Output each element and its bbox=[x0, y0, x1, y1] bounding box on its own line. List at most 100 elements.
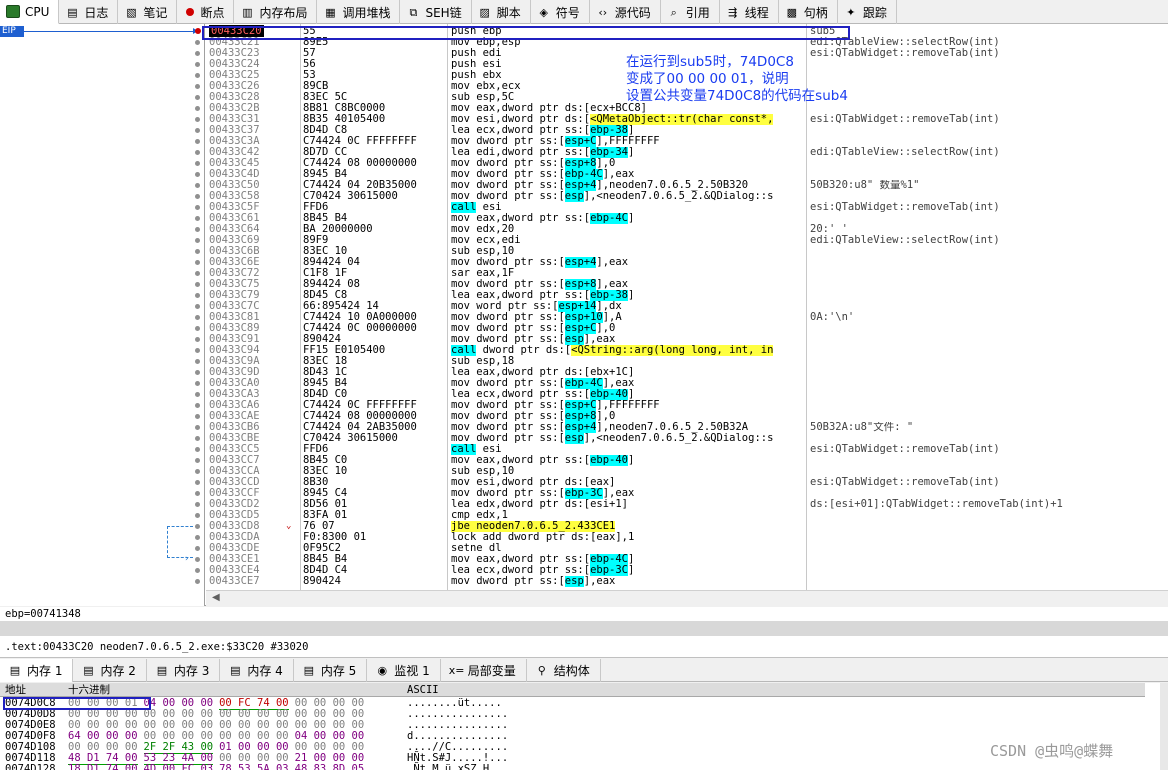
breakpoint-slot-icon[interactable] bbox=[195, 172, 200, 177]
bottom-tab-6[interactable]: ◉ 监视 1 bbox=[367, 659, 441, 682]
disassembly-row[interactable]: 00433C79 8D45 C8 lea eax,dword ptr ss:[ebp… bbox=[0, 290, 1168, 301]
tab-memory-map[interactable]: ▥ 内存布局 bbox=[234, 0, 318, 24]
breakpoint-slot-icon[interactable] bbox=[195, 62, 200, 67]
tab-references[interactable]: ⌕ 引用 bbox=[661, 0, 720, 24]
tab-symbols[interactable]: ◈ 符号 bbox=[531, 0, 590, 24]
disassembly-row[interactable]: 00433CB6 C74424 04 2AB35000 mov dword ptr … bbox=[0, 422, 1168, 433]
breakpoint-slot-icon[interactable] bbox=[195, 95, 200, 100]
bottom-tab-3[interactable]: ▤ 内存 3 bbox=[147, 659, 221, 682]
breakpoint-slot-icon[interactable] bbox=[195, 546, 200, 551]
tab-seh[interactable]: ⧉ SEH链 bbox=[400, 0, 472, 24]
breakpoint-slot-icon[interactable] bbox=[195, 293, 200, 298]
disassembly-row[interactable]: 00433C4D 8945 B4 mov dword ptr ss:[ebp-4C]… bbox=[0, 169, 1168, 180]
tab-threads[interactable]: ⇶ 线程 bbox=[720, 0, 779, 24]
disassembly-row[interactable]: 00433C81 C74424 10 0A000000 mov dword ptr … bbox=[0, 312, 1168, 323]
disassembly-row[interactable]: 00433C61 8B45 B4 mov eax,dword ptr ss:[ebp… bbox=[0, 213, 1168, 224]
breakpoint-slot-icon[interactable] bbox=[195, 337, 200, 342]
disassembly-row[interactable]: 00433C58 C70424 30615000 mov dword ptr ss:… bbox=[0, 191, 1168, 202]
disassembly-row[interactable]: 00433CD8 ⌄ 76 07 jbe neoden7.0.6.5_2.433CE1 bbox=[0, 521, 1168, 532]
disassembly-row[interactable]: 00433C25 53 push ebx bbox=[0, 70, 1168, 81]
disassembly-row[interactable]: 00433C72 C1F8 1F sar eax,1F bbox=[0, 268, 1168, 279]
disassembly-row[interactable]: 00433C26 89CB mov ebx,ecx bbox=[0, 81, 1168, 92]
disassembly-row[interactable]: 00433C9A 83EC 18 sub esp,18 bbox=[0, 356, 1168, 367]
scroll-left-icon[interactable]: ◀ bbox=[212, 592, 220, 603]
disassembly-row[interactable]: 00433C69 89F9 mov ecx,edi edi:QTableView::s… bbox=[0, 235, 1168, 246]
disassembly-pane[interactable]: EIP 00433C20 55 push ebp sub5 00433C21 89E5 mo… bbox=[0, 24, 1168, 606]
disassembly-row[interactable]: 00433C91 890424 mov dword ptr ss:[esp],eax bbox=[0, 334, 1168, 345]
disassembly-row[interactable]: 00433CA0 8945 B4 mov dword ptr ss:[ebp-4C]… bbox=[0, 378, 1168, 389]
disassembly-row[interactable]: 00433CC5 FFD6 call esi esi:QTabWidget::remo… bbox=[0, 444, 1168, 455]
breakpoint-slot-icon[interactable] bbox=[195, 216, 200, 221]
breakpoint-slot-icon[interactable] bbox=[195, 315, 200, 320]
breakpoint-icon[interactable] bbox=[195, 28, 201, 34]
breakpoint-slot-icon[interactable] bbox=[195, 469, 200, 474]
breakpoint-slot-icon[interactable] bbox=[195, 403, 200, 408]
bottom-tab-2[interactable]: ▤ 内存 2 bbox=[73, 659, 147, 682]
breakpoint-slot-icon[interactable] bbox=[195, 326, 200, 331]
breakpoint-slot-icon[interactable] bbox=[195, 106, 200, 111]
breakpoint-slot-icon[interactable] bbox=[195, 84, 200, 89]
bottom-tab-7[interactable]: x= 局部变量 bbox=[441, 659, 527, 682]
disassembly-row[interactable]: 00433C28 83EC 5C sub esp,5C bbox=[0, 92, 1168, 103]
disassembly-row[interactable]: 00433C3A C74424 0C FFFFFFFF mov dword ptr … bbox=[0, 136, 1168, 147]
tab-cpu[interactable]: CPU bbox=[0, 0, 60, 24]
tab-handles[interactable]: ▩ 句柄 bbox=[779, 0, 838, 24]
bottom-tab-4[interactable]: ▤ 内存 4 bbox=[220, 659, 294, 682]
disassembly-row[interactable]: 00433CD2 8D56 01 lea edx,dword ptr ds:[esi… bbox=[0, 499, 1168, 510]
disassembly-row[interactable]: 00433C9D 8D43 1C lea eax,dword ptr ds:[ebx… bbox=[0, 367, 1168, 378]
disassembly-row[interactable]: 00433CA6 C74424 0C FFFFFFFF mov dword ptr … bbox=[0, 400, 1168, 411]
breakpoint-slot-icon[interactable] bbox=[195, 139, 200, 144]
dump-header-address[interactable]: 地址 bbox=[5, 683, 26, 697]
disassembly-row[interactable]: 00433C6B 83EC 10 sub esp,10 bbox=[0, 246, 1168, 257]
breakpoint-slot-icon[interactable] bbox=[195, 73, 200, 78]
disassembly-row[interactable]: 00433C94 FF15 E0105400 call dword ptr ds:[… bbox=[0, 345, 1168, 356]
disassembly-row[interactable]: 00433CE1 › 8B45 B4 mov eax,dword ptr ss:[eb… bbox=[0, 554, 1168, 565]
breakpoint-slot-icon[interactable] bbox=[195, 425, 200, 430]
disassembly-row[interactable]: 00433CE4 8D4D C4 lea ecx,dword ptr ss:[ebp… bbox=[0, 565, 1168, 576]
bottom-tab-8[interactable]: ⚲ 结构体 bbox=[527, 659, 601, 682]
breakpoint-slot-icon[interactable] bbox=[195, 304, 200, 309]
disassembly-row[interactable]: 00433C45 C74424 08 00000000 mov dword ptr … bbox=[0, 158, 1168, 169]
disassembly-row[interactable]: 00433CBE C70424 30615000 mov dword ptr ss:… bbox=[0, 433, 1168, 444]
breakpoint-slot-icon[interactable] bbox=[195, 260, 200, 265]
tab-callstack[interactable]: ▦ 调用堆栈 bbox=[317, 0, 401, 24]
disassembly-row[interactable]: 00433C50 C74424 04 20B35000 mov dword ptr … bbox=[0, 180, 1168, 191]
disassembly-row[interactable]: 00433C37 8D4D C8 lea ecx,dword ptr ss:[ebp… bbox=[0, 125, 1168, 136]
breakpoint-slot-icon[interactable] bbox=[195, 40, 200, 45]
dump-header-ascii[interactable]: ASCII bbox=[407, 683, 439, 697]
breakpoint-slot-icon[interactable] bbox=[195, 282, 200, 287]
breakpoint-slot-icon[interactable] bbox=[195, 480, 200, 485]
breakpoint-slot-icon[interactable] bbox=[195, 458, 200, 463]
breakpoint-slot-icon[interactable] bbox=[195, 359, 200, 364]
disassembly-horizontal-scrollbar[interactable]: ◀ bbox=[206, 590, 1168, 606]
breakpoint-slot-icon[interactable] bbox=[195, 557, 200, 562]
disassembly-row[interactable]: 00433C89 C74424 0C 00000000 mov dword ptr … bbox=[0, 323, 1168, 334]
disassembly-row[interactable]: 00433C7C 66:895424 14 mov word ptr ss:[esp… bbox=[0, 301, 1168, 312]
disassembly-row[interactable]: 00433C2B 8B81 C8BC0000 mov eax,dword ptr d… bbox=[0, 103, 1168, 114]
disassembly-row[interactable]: 00433C5F FFD6 call esi esi:QTabWidget::remo… bbox=[0, 202, 1168, 213]
disassembly-row[interactable]: 00433CCD 8B30 mov esi,dword ptr ds:[eax] es… bbox=[0, 477, 1168, 488]
breakpoint-slot-icon[interactable] bbox=[195, 150, 200, 155]
disassembly-row[interactable]: 00433CDA F0:8300 01 lock add dword ptr ds:… bbox=[0, 532, 1168, 543]
tab-script[interactable]: ▨ 脚本 bbox=[472, 0, 531, 24]
disassembly-row[interactable]: 00433CDE 0F95C2 setne dl bbox=[0, 543, 1168, 554]
bottom-tab-5[interactable]: ▤ 内存 5 bbox=[294, 659, 368, 682]
tab-log[interactable]: ▤ 日志 bbox=[59, 0, 119, 24]
breakpoint-slot-icon[interactable] bbox=[195, 447, 200, 452]
disassembly-row[interactable]: 00433C31 8B35 40105400 mov esi,dword ptr d… bbox=[0, 114, 1168, 125]
breakpoint-slot-icon[interactable] bbox=[195, 271, 200, 276]
disassembly-row[interactable]: 00433CA3 8D4D C0 lea ecx,dword ptr ss:[ebp… bbox=[0, 389, 1168, 400]
disassembly-row[interactable]: 00433CC7 8B45 C0 mov eax,dword ptr ss:[ebp… bbox=[0, 455, 1168, 466]
tab-notes[interactable]: ▧ 笔记 bbox=[118, 0, 178, 24]
breakpoint-slot-icon[interactable] bbox=[195, 249, 200, 254]
disassembly-row[interactable]: 00433C42 8D7D CC lea edi,dword ptr ss:[ebp… bbox=[0, 147, 1168, 158]
breakpoint-slot-icon[interactable] bbox=[195, 227, 200, 232]
breakpoint-slot-icon[interactable] bbox=[195, 392, 200, 397]
breakpoint-slot-icon[interactable] bbox=[195, 579, 200, 584]
breakpoint-slot-icon[interactable] bbox=[195, 238, 200, 243]
breakpoint-slot-icon[interactable] bbox=[195, 117, 200, 122]
breakpoint-slot-icon[interactable] bbox=[195, 436, 200, 441]
breakpoint-slot-icon[interactable] bbox=[195, 194, 200, 199]
disassembly-row[interactable]: 00433CCA 83EC 10 sub esp,10 bbox=[0, 466, 1168, 477]
breakpoint-slot-icon[interactable] bbox=[195, 205, 200, 210]
